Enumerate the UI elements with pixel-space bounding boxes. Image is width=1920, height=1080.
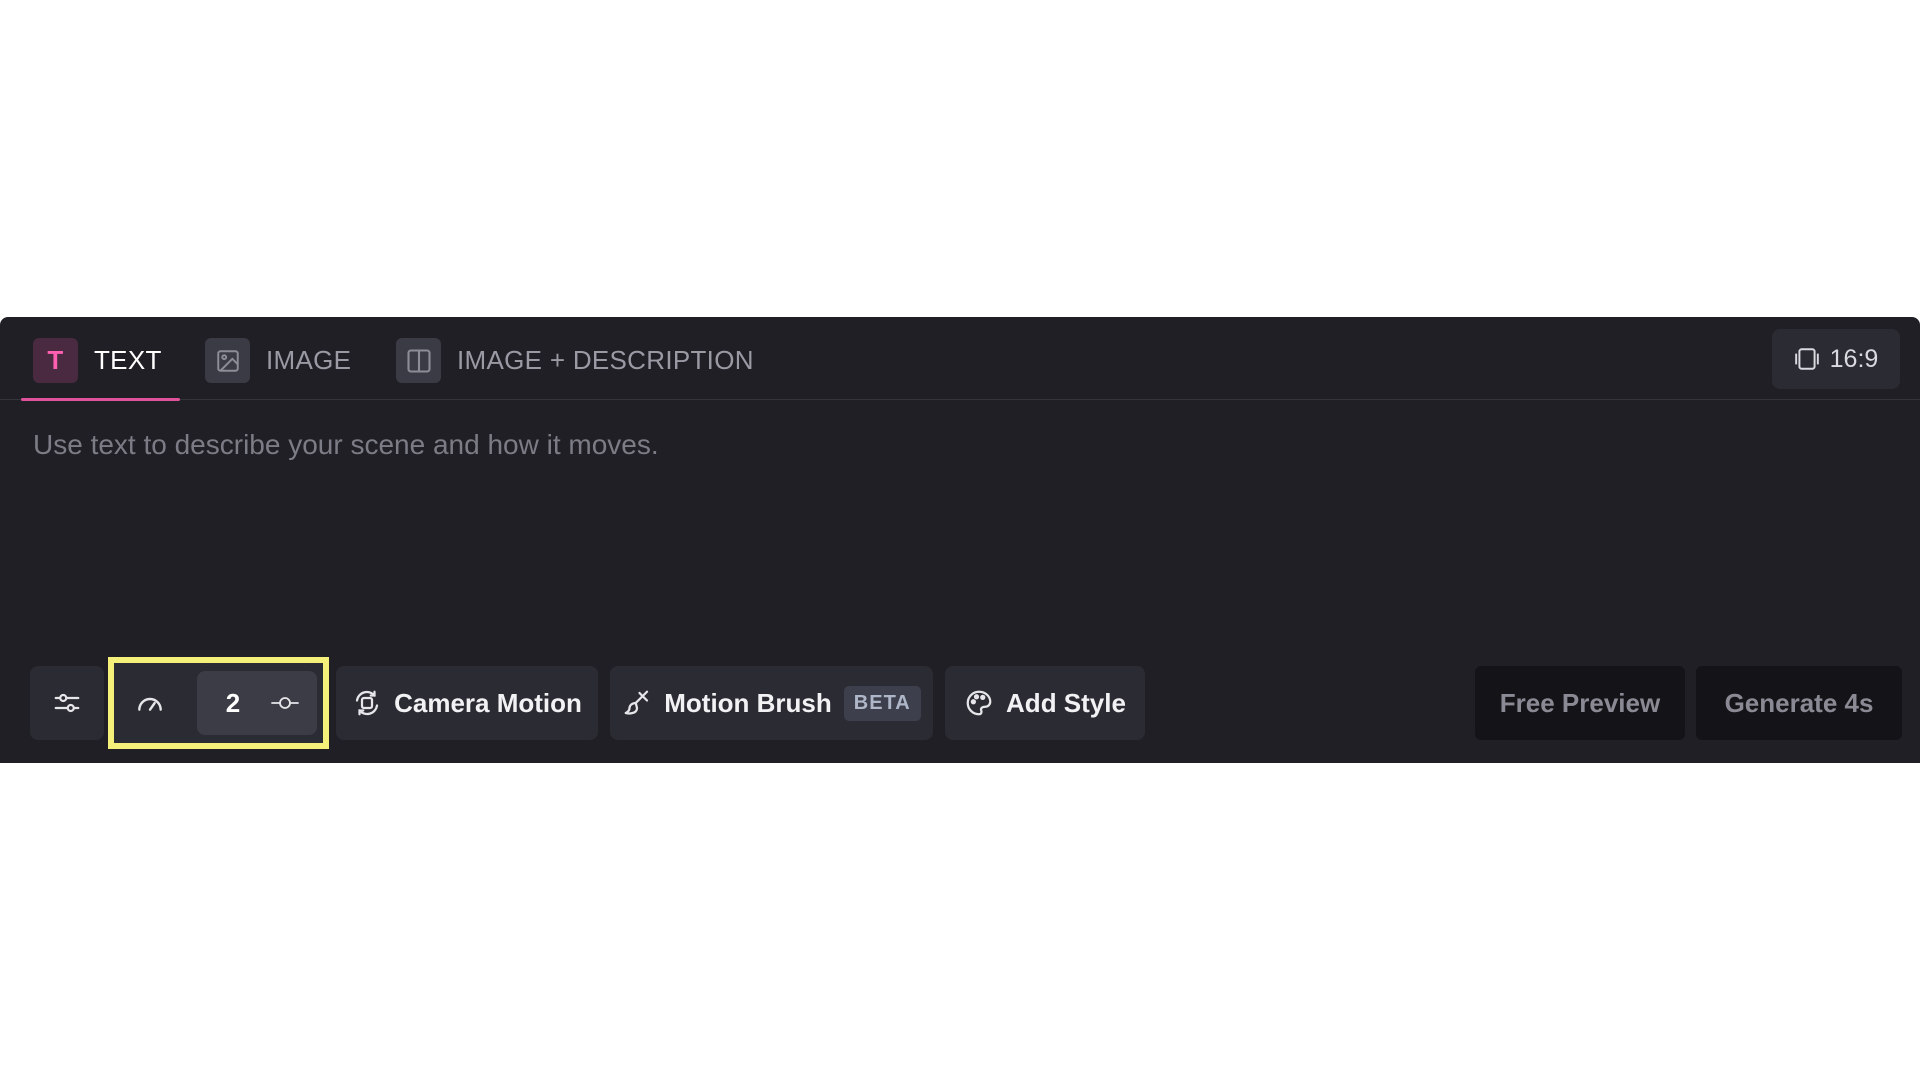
add-style-label: Add Style [1006, 687, 1126, 718]
mode-tabbar: T TEXT IMAGE IMAGE + DESCRIPTION 16:9 [0, 317, 1920, 401]
add-style-button[interactable]: Add Style [945, 666, 1145, 740]
prompt-panel: T TEXT IMAGE IMAGE + DESCRIPTION 16:9 Us… [0, 317, 1920, 763]
motion-brush-label: Motion Brush [664, 687, 832, 718]
speedometer-icon[interactable] [128, 681, 172, 725]
camera-motion-label: Camera Motion [394, 687, 582, 718]
bottom-toolbar: 2 Camera Motion Motion Brush BETA Add St… [0, 657, 1920, 749]
tab-image-label: IMAGE [266, 345, 352, 375]
aspect-ratio-button[interactable]: 16:9 [1772, 329, 1900, 389]
text-t-icon: T [33, 338, 78, 383]
tab-image-description[interactable]: IMAGE + DESCRIPTION [396, 338, 754, 400]
brush-icon [622, 688, 652, 718]
beta-badge: BETA [843, 685, 921, 721]
aspect-frame-icon [1794, 346, 1820, 372]
aspect-ratio-label: 16:9 [1829, 344, 1879, 373]
tab-text[interactable]: T TEXT [21, 338, 180, 401]
generate-button[interactable]: Generate 4s [1696, 666, 1902, 740]
free-preview-label: Free Preview [1499, 687, 1661, 718]
split-view-icon [396, 338, 441, 383]
settings-button[interactable] [30, 666, 104, 740]
tab-image[interactable]: IMAGE [205, 338, 351, 400]
duration-value: 2 [225, 687, 241, 718]
image-icon [205, 338, 250, 383]
generate-label: Generate 4s [1724, 687, 1874, 718]
tab-text-label: TEXT [94, 345, 162, 375]
duration-stepper[interactable]: 2 [197, 671, 317, 735]
prompt-input[interactable] [33, 429, 1883, 629]
slider-knob-icon[interactable] [269, 692, 301, 714]
camera-orbit-icon [352, 688, 382, 718]
camera-motion-button[interactable]: Camera Motion [336, 666, 598, 740]
duration-control-highlight: 2 [108, 657, 329, 749]
tab-image-description-label: IMAGE + DESCRIPTION [457, 345, 754, 375]
sliders-icon [52, 688, 82, 718]
motion-brush-button[interactable]: Motion Brush BETA [610, 666, 933, 740]
active-tab-underline [21, 398, 180, 401]
free-preview-button[interactable]: Free Preview [1475, 666, 1685, 740]
palette-icon [964, 688, 994, 718]
